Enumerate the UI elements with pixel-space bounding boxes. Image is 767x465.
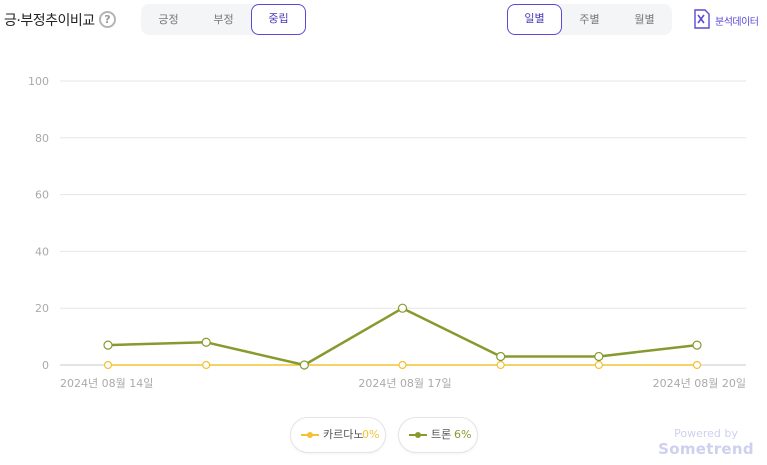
y-tick-label: 80 xyxy=(35,132,49,145)
series-line xyxy=(107,306,698,367)
tab-negative[interactable]: 부정 xyxy=(196,4,251,35)
data-point xyxy=(496,360,505,370)
legend-item-cardano[interactable]: 카르다노 0% xyxy=(290,417,386,453)
period-tab-group: 일별 주별 월별 xyxy=(507,4,672,35)
y-tick-label: 0 xyxy=(42,359,49,372)
powered-by-text: Powered by xyxy=(674,427,738,440)
data-point xyxy=(103,340,113,350)
y-tick-label: 60 xyxy=(35,189,49,202)
tab-neutral[interactable]: 중립 xyxy=(251,4,306,35)
page-title: 긍·부정추이비교 xyxy=(4,13,95,29)
x-tick-label: 2024년 08월 20일 xyxy=(653,376,746,390)
data-point xyxy=(397,303,408,313)
legend-swatch-tron xyxy=(409,432,427,438)
data-point xyxy=(692,360,702,370)
help-icon[interactable]: ? xyxy=(99,11,116,28)
data-point xyxy=(202,360,211,370)
legend-name-tron: 트론 xyxy=(431,428,452,441)
tab-positive[interactable]: 긍정 xyxy=(141,4,196,35)
data-point xyxy=(496,351,506,362)
line-chart: 020406080100 2024년 08월 14일 2024년 08월 17일 2… xyxy=(28,75,746,390)
legend-item-tron[interactable]: 트론 6% xyxy=(398,417,478,453)
x-tick-label: 2024년 08월 14일 xyxy=(60,376,153,390)
legend-name-cardano: 카르다노 xyxy=(323,428,364,441)
data-point xyxy=(398,360,407,370)
excel-icon xyxy=(694,9,710,29)
data-point xyxy=(594,351,604,362)
tab-monthly[interactable]: 월별 xyxy=(617,4,672,35)
data-point xyxy=(201,337,211,347)
sentiment-tab-group: 긍정 부정 중립 xyxy=(141,4,306,35)
tab-weekly[interactable]: 주별 xyxy=(562,4,617,35)
analysis-data-label: 분석데이터 xyxy=(715,17,759,28)
legend-percent-cardano: 0% xyxy=(362,428,380,441)
y-tick-label: 40 xyxy=(35,245,49,258)
data-point xyxy=(103,360,113,370)
x-axis-ticks: 2024년 08월 14일 2024년 08월 17일 2024년 08월 20일 xyxy=(60,376,746,390)
x-tick-label: 2024년 08월 17일 xyxy=(358,376,451,390)
data-point xyxy=(692,340,702,350)
data-point xyxy=(299,360,309,370)
sometrend-logo-text: Sometrend xyxy=(658,440,754,458)
legend-swatch-cardano xyxy=(301,432,319,438)
grid-lines xyxy=(60,80,746,366)
series-layer xyxy=(103,303,702,370)
tab-daily[interactable]: 일별 xyxy=(507,4,562,35)
y-tick-label: 100 xyxy=(28,75,49,88)
y-tick-label: 20 xyxy=(35,302,49,315)
y-axis-ticks: 0 20 40 60 80 100 xyxy=(28,75,49,372)
legend-percent-tron: 6% xyxy=(454,428,472,441)
data-point xyxy=(594,360,603,370)
chart-header: 긍·부정추이비교 ? 긍정 부정 중립 일별 주별 월별 분석데이터 xyxy=(0,0,767,44)
powered-by-logo: Powered by Sometrend xyxy=(656,427,756,458)
